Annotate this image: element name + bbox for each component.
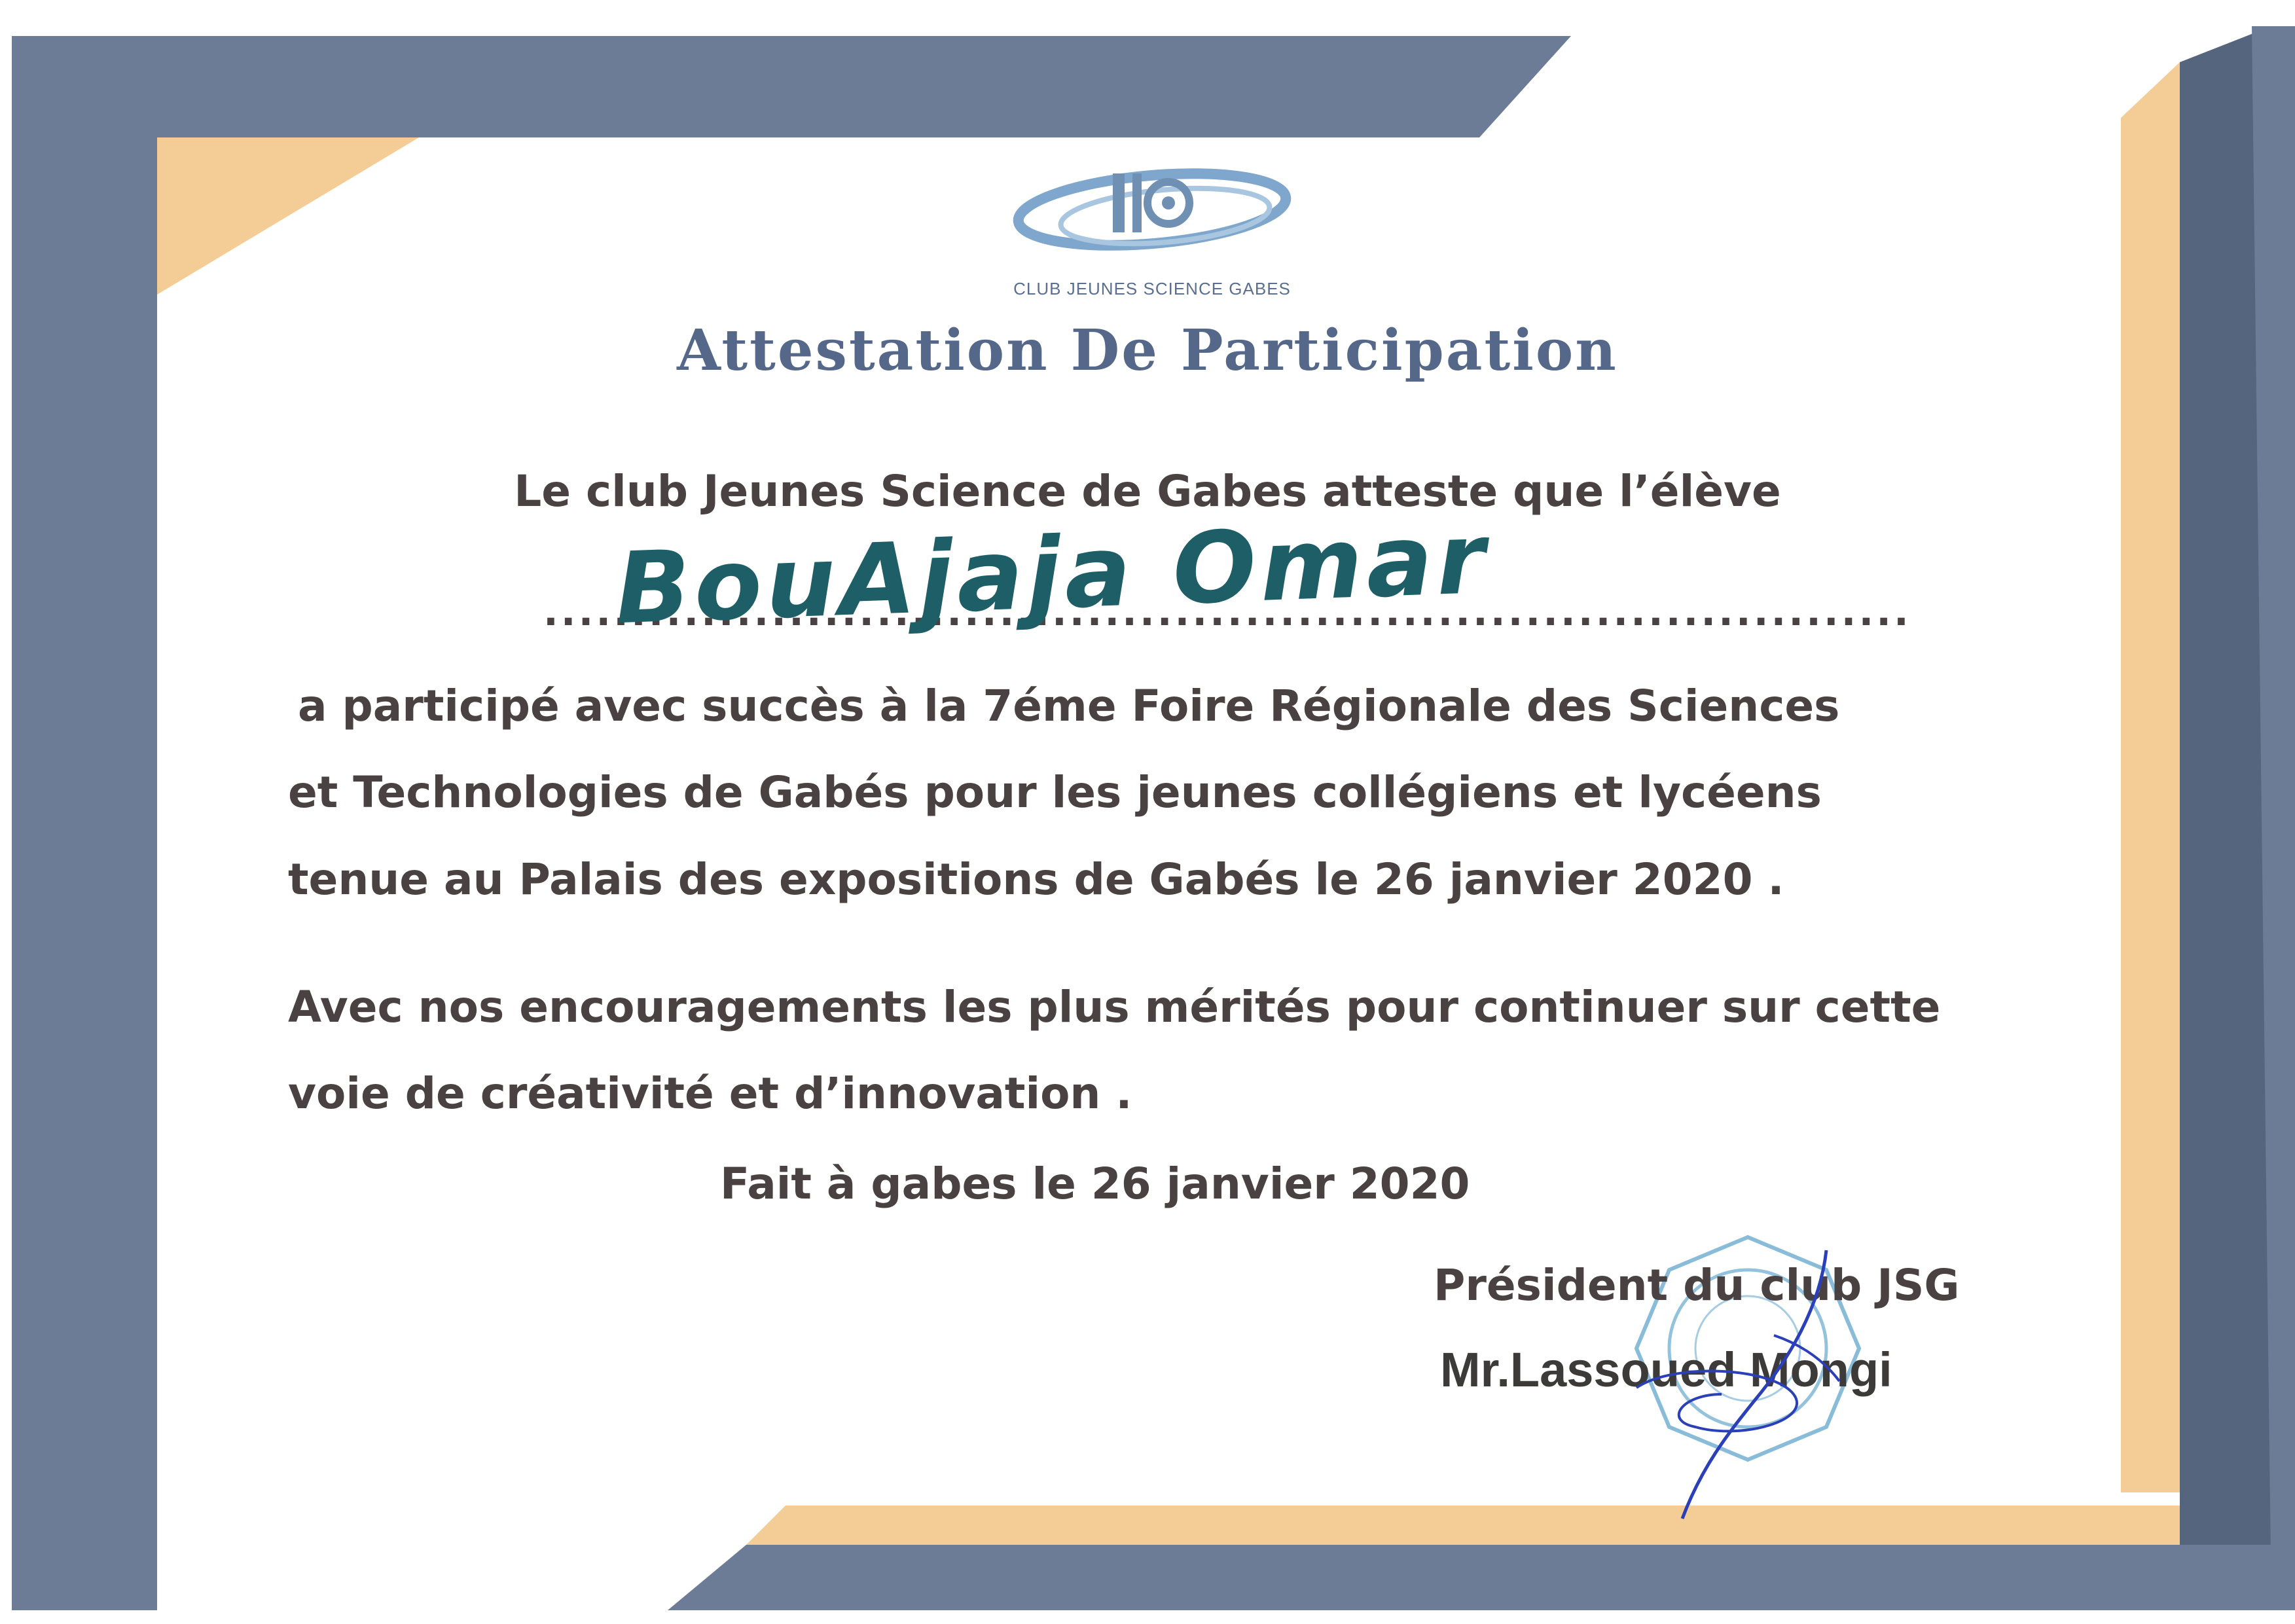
body-line-3: tenue au Palais des expositions de Gabés… (288, 854, 1784, 905)
body-line-1: a participé avec succès à la 7éme Foire … (298, 681, 1840, 731)
body-line-2: et Technologies de Gabés pour les jeunes… (288, 767, 1822, 818)
encouragement-line-2: voie de créativité et d’innovation . (288, 1068, 1132, 1119)
signature (1635, 1250, 1841, 1519)
encouragement-line-1: Avec nos encouragements les plus mérités… (288, 982, 1941, 1032)
logo-text: CLUB JEUNES SCIENCE GABES (1013, 279, 1291, 298)
intro-text: Le club Jeunes Science de Gabes atteste … (514, 466, 1781, 516)
club-logo: CLUB JEUNES SCIENCE GABES (982, 151, 1322, 308)
jsg-logo-icon (1013, 168, 1292, 251)
page-title: Attestation De Participation (677, 317, 1618, 384)
date-line: Fait à gabes le 26 janvier 2020 (720, 1159, 1470, 1209)
